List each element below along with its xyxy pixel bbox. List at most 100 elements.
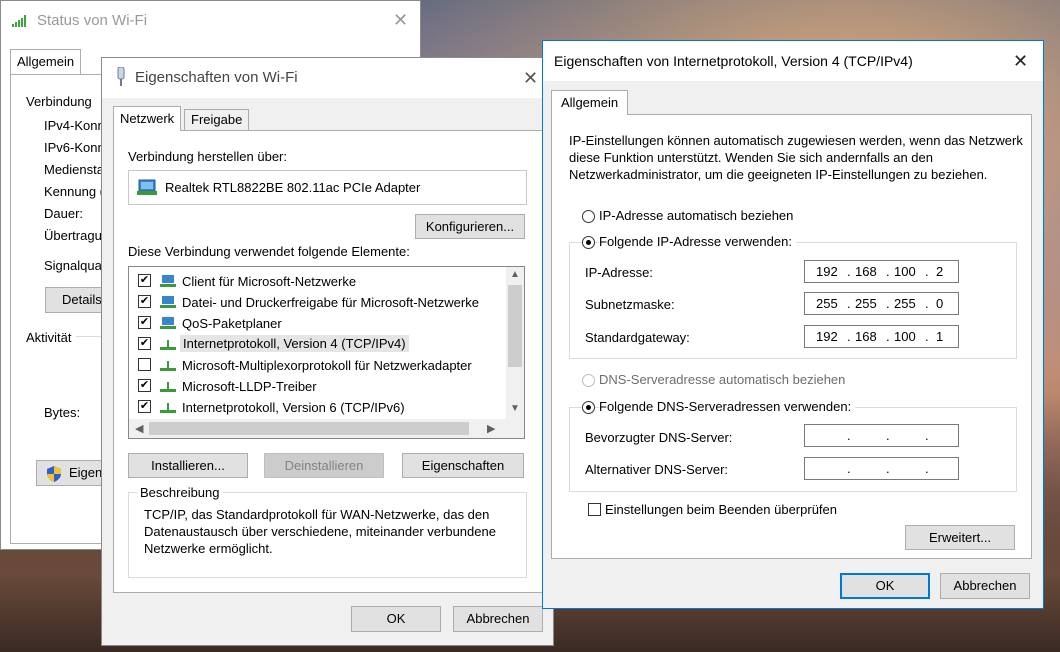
ip-dot: .	[847, 264, 851, 279]
item-checkbox[interactable]: ✔	[138, 274, 151, 287]
item-label: Microsoft-LLDP-Treiber	[182, 379, 317, 394]
adapter-name: Realtek RTL8822BE 802.11ac PCIe Adapter	[165, 180, 421, 195]
status-row: Übertragu	[44, 228, 102, 243]
manual-ip-radio[interactable]	[582, 236, 595, 249]
scroll-up-icon[interactable]: ▲	[510, 269, 520, 280]
items-list[interactable]: ✔ Client für Microsoft-Netzwerke ✔ Datei…	[128, 266, 525, 439]
validate-label[interactable]: Einstellungen beim Beenden überprüfen	[605, 502, 837, 517]
install-button[interactable]: Installieren...	[128, 453, 248, 478]
section-activity: Aktivität	[26, 330, 72, 345]
ip-octet: 255	[816, 296, 838, 311]
intro-text: IP-Einstellungen können automatisch zuge…	[569, 133, 1023, 182]
ip-octet: 2	[936, 264, 944, 279]
ip-dot: .	[925, 329, 929, 344]
ip-dot: .	[847, 296, 851, 311]
scroll-right-icon[interactable]: ▶	[487, 422, 495, 435]
preferred-dns-label: Bevorzugter DNS-Server:	[585, 430, 733, 445]
uninstall-button[interactable]: Deinstallieren	[264, 453, 384, 478]
gateway-label: Standardgateway:	[585, 330, 690, 345]
tab-netzwerk[interactable]: Netzwerk	[113, 106, 182, 131]
ok-button[interactable]: OK	[840, 573, 930, 599]
advanced-button[interactable]: Erweitert...	[905, 525, 1015, 550]
manual-dns-label[interactable]: Folgende DNS-Serveradressen verwenden:	[599, 399, 856, 414]
window-title: Eigenschaften von Internetprotokoll, Ver…	[554, 53, 913, 69]
list-item[interactable]: Microsoft-Multiplexorprotokoll für Netzw…	[129, 355, 504, 376]
description-group: Beschreibung TCP/IP, das Standardprotoko…	[128, 485, 527, 578]
ipv4-titlebar[interactable]: Eigenschaften von Internetprotokoll, Ver…	[543, 41, 1043, 81]
cancel-button[interactable]: Abbrechen	[940, 573, 1030, 599]
protocol-icon	[160, 340, 176, 350]
bytes-label: Bytes:	[44, 405, 81, 420]
wifi-properties-titlebar[interactable]: Eigenschaften von Wi-Fi ✕	[102, 58, 553, 98]
cancel-button[interactable]: Abbrechen	[453, 606, 543, 632]
validate-checkbox[interactable]	[588, 503, 601, 516]
item-label: QoS-Paketplaner	[182, 316, 282, 331]
horizontal-scrollbar[interactable]: ◀ ▶	[129, 419, 524, 438]
auto-dns-label[interactable]: DNS-Serveradresse automatisch beziehen	[599, 372, 845, 387]
item-label: Datei- und Druckerfreigabe für Microsoft…	[182, 295, 479, 310]
item-label: Internetprotokoll, Version 4 (TCP/IPv4)	[180, 335, 409, 352]
close-icon[interactable]: ✕	[1013, 52, 1028, 70]
vertical-scrollbar[interactable]: ▲ ▼	[506, 267, 524, 419]
subnet-field[interactable]: 255. 255. 255. 0	[804, 292, 959, 315]
ip-dot: .	[925, 428, 929, 443]
list-item-selected[interactable]: ✔ Internetprotokoll, Version 4 (TCP/IPv4…	[129, 334, 504, 355]
close-icon[interactable]: ✕	[523, 69, 538, 87]
scroll-thumb[interactable]	[149, 422, 469, 435]
ip-dot: .	[925, 461, 929, 476]
auto-ip-radio[interactable]	[582, 210, 595, 223]
ip-dot: .	[886, 329, 890, 344]
auto-dns-radio[interactable]	[582, 374, 595, 387]
manual-ip-label[interactable]: Folgende IP-Adresse verwenden:	[599, 234, 796, 249]
item-label: Client für Microsoft-Netzwerke	[182, 274, 357, 289]
ip-dot: .	[925, 296, 929, 311]
tab-freigabe[interactable]: Freigabe	[184, 109, 250, 130]
scroll-thumb[interactable]	[508, 285, 522, 367]
ip-octet: 100	[894, 329, 916, 344]
network-adapter-icon	[117, 67, 125, 86]
auto-ip-label[interactable]: IP-Adresse automatisch beziehen	[599, 208, 793, 223]
item-checkbox[interactable]: ✔	[138, 379, 151, 392]
item-checkbox[interactable]: ✔	[138, 295, 151, 308]
status-row: IPv6-Konn	[44, 140, 105, 155]
close-icon[interactable]: ✕	[393, 11, 408, 29]
alternate-dns-field[interactable]: ...	[804, 457, 959, 480]
manual-dns-radio[interactable]	[582, 401, 595, 414]
ip-octet: 100	[894, 264, 916, 279]
subnet-label: Subnetzmaske:	[585, 297, 675, 312]
ip-dot: .	[886, 264, 890, 279]
configure-button[interactable]: Konfigurieren...	[415, 214, 525, 239]
tab-allgemein[interactable]: Allgemein	[551, 90, 629, 115]
ip-address-label: IP-Adresse:	[585, 265, 653, 280]
ip-address-field[interactable]: 192. 168. 100. 2	[804, 260, 959, 283]
list-item[interactable]: ✔ Datei- und Druckerfreigabe für Microso…	[129, 292, 504, 313]
protocol-icon	[160, 382, 176, 392]
adapter-box: Realtek RTL8822BE 802.11ac PCIe Adapter	[128, 170, 527, 205]
item-label: Microsoft-Multiplexorprotokoll für Netzw…	[182, 358, 472, 373]
scroll-down-icon[interactable]: ▼	[510, 403, 520, 414]
item-properties-button[interactable]: Eigenschaften	[402, 453, 524, 478]
gateway-field[interactable]: 192. 168. 100. 1	[804, 325, 959, 348]
ip-dot: .	[925, 264, 929, 279]
list-item[interactable]: ✔ QoS-Paketplaner	[129, 313, 504, 334]
network-service-icon	[160, 296, 176, 308]
preferred-dns-field[interactable]: ...	[804, 424, 959, 447]
section-connection: Verbindung	[26, 94, 92, 109]
wifi-signal-icon	[12, 15, 26, 27]
status-titlebar[interactable]: Status von Wi-Fi ✕	[1, 1, 420, 39]
list-item[interactable]: ✔ Microsoft-LLDP-Treiber	[129, 376, 504, 397]
ip-dot: .	[847, 329, 851, 344]
list-item[interactable]: ✔ Client für Microsoft-Netzwerke	[129, 271, 504, 292]
ok-button[interactable]: OK	[351, 606, 441, 632]
protocol-icon	[160, 403, 176, 413]
item-checkbox[interactable]	[138, 358, 151, 371]
scroll-left-icon[interactable]: ◀	[135, 422, 143, 435]
ip-octet: 1	[936, 329, 944, 344]
item-checkbox[interactable]: ✔	[138, 316, 151, 329]
list-item[interactable]: ✔ Internetprotokoll, Version 6 (TCP/IPv6…	[129, 397, 504, 418]
tab-allgemein[interactable]: Allgemein	[10, 49, 82, 75]
item-checkbox[interactable]: ✔	[138, 400, 151, 413]
item-checkbox[interactable]: ✔	[138, 337, 151, 350]
item-label: Internetprotokoll, Version 6 (TCP/IPv6)	[182, 400, 405, 415]
description-title: Beschreibung	[137, 485, 223, 500]
